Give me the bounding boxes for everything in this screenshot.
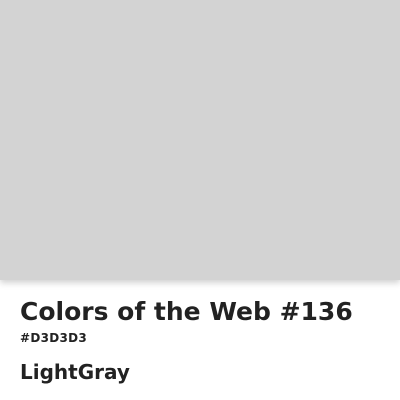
color-name: LightGray bbox=[20, 360, 130, 384]
color-card: Colors of the Web #136 #D3D3D3 LightGray bbox=[0, 0, 400, 400]
card-title: Colors of the Web #136 bbox=[20, 297, 353, 326]
hex-code: #D3D3D3 bbox=[20, 331, 88, 345]
color-swatch bbox=[0, 0, 400, 280]
